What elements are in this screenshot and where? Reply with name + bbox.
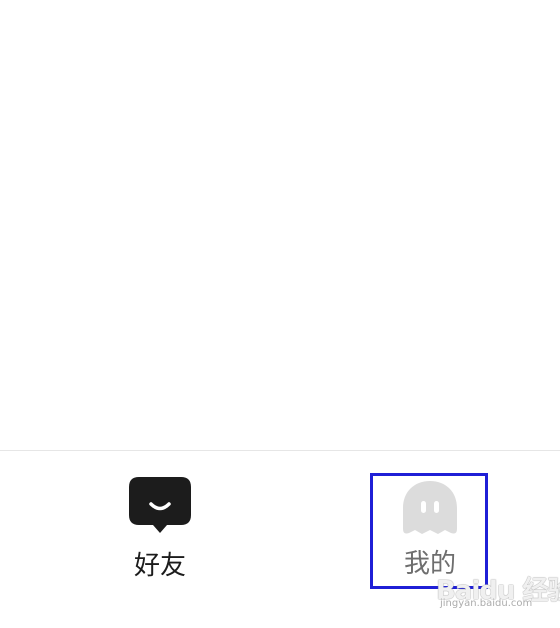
bottom-tab-bar: 好友 我的 [0, 450, 560, 628]
app-screen: 好友 我的 Baidu 经验 jingyan.baidu.com [0, 0, 560, 628]
chat-bubble-smile-icon [129, 477, 191, 539]
tab-mine[interactable]: 我的 [370, 475, 490, 595]
tab-friends[interactable]: 好友 [100, 475, 220, 595]
tab-mine-label: 我的 [403, 549, 456, 579]
content-area [0, 0, 560, 450]
tab-friends-label: 好友 [133, 551, 186, 581]
ghost-avatar-icon [399, 479, 461, 541]
